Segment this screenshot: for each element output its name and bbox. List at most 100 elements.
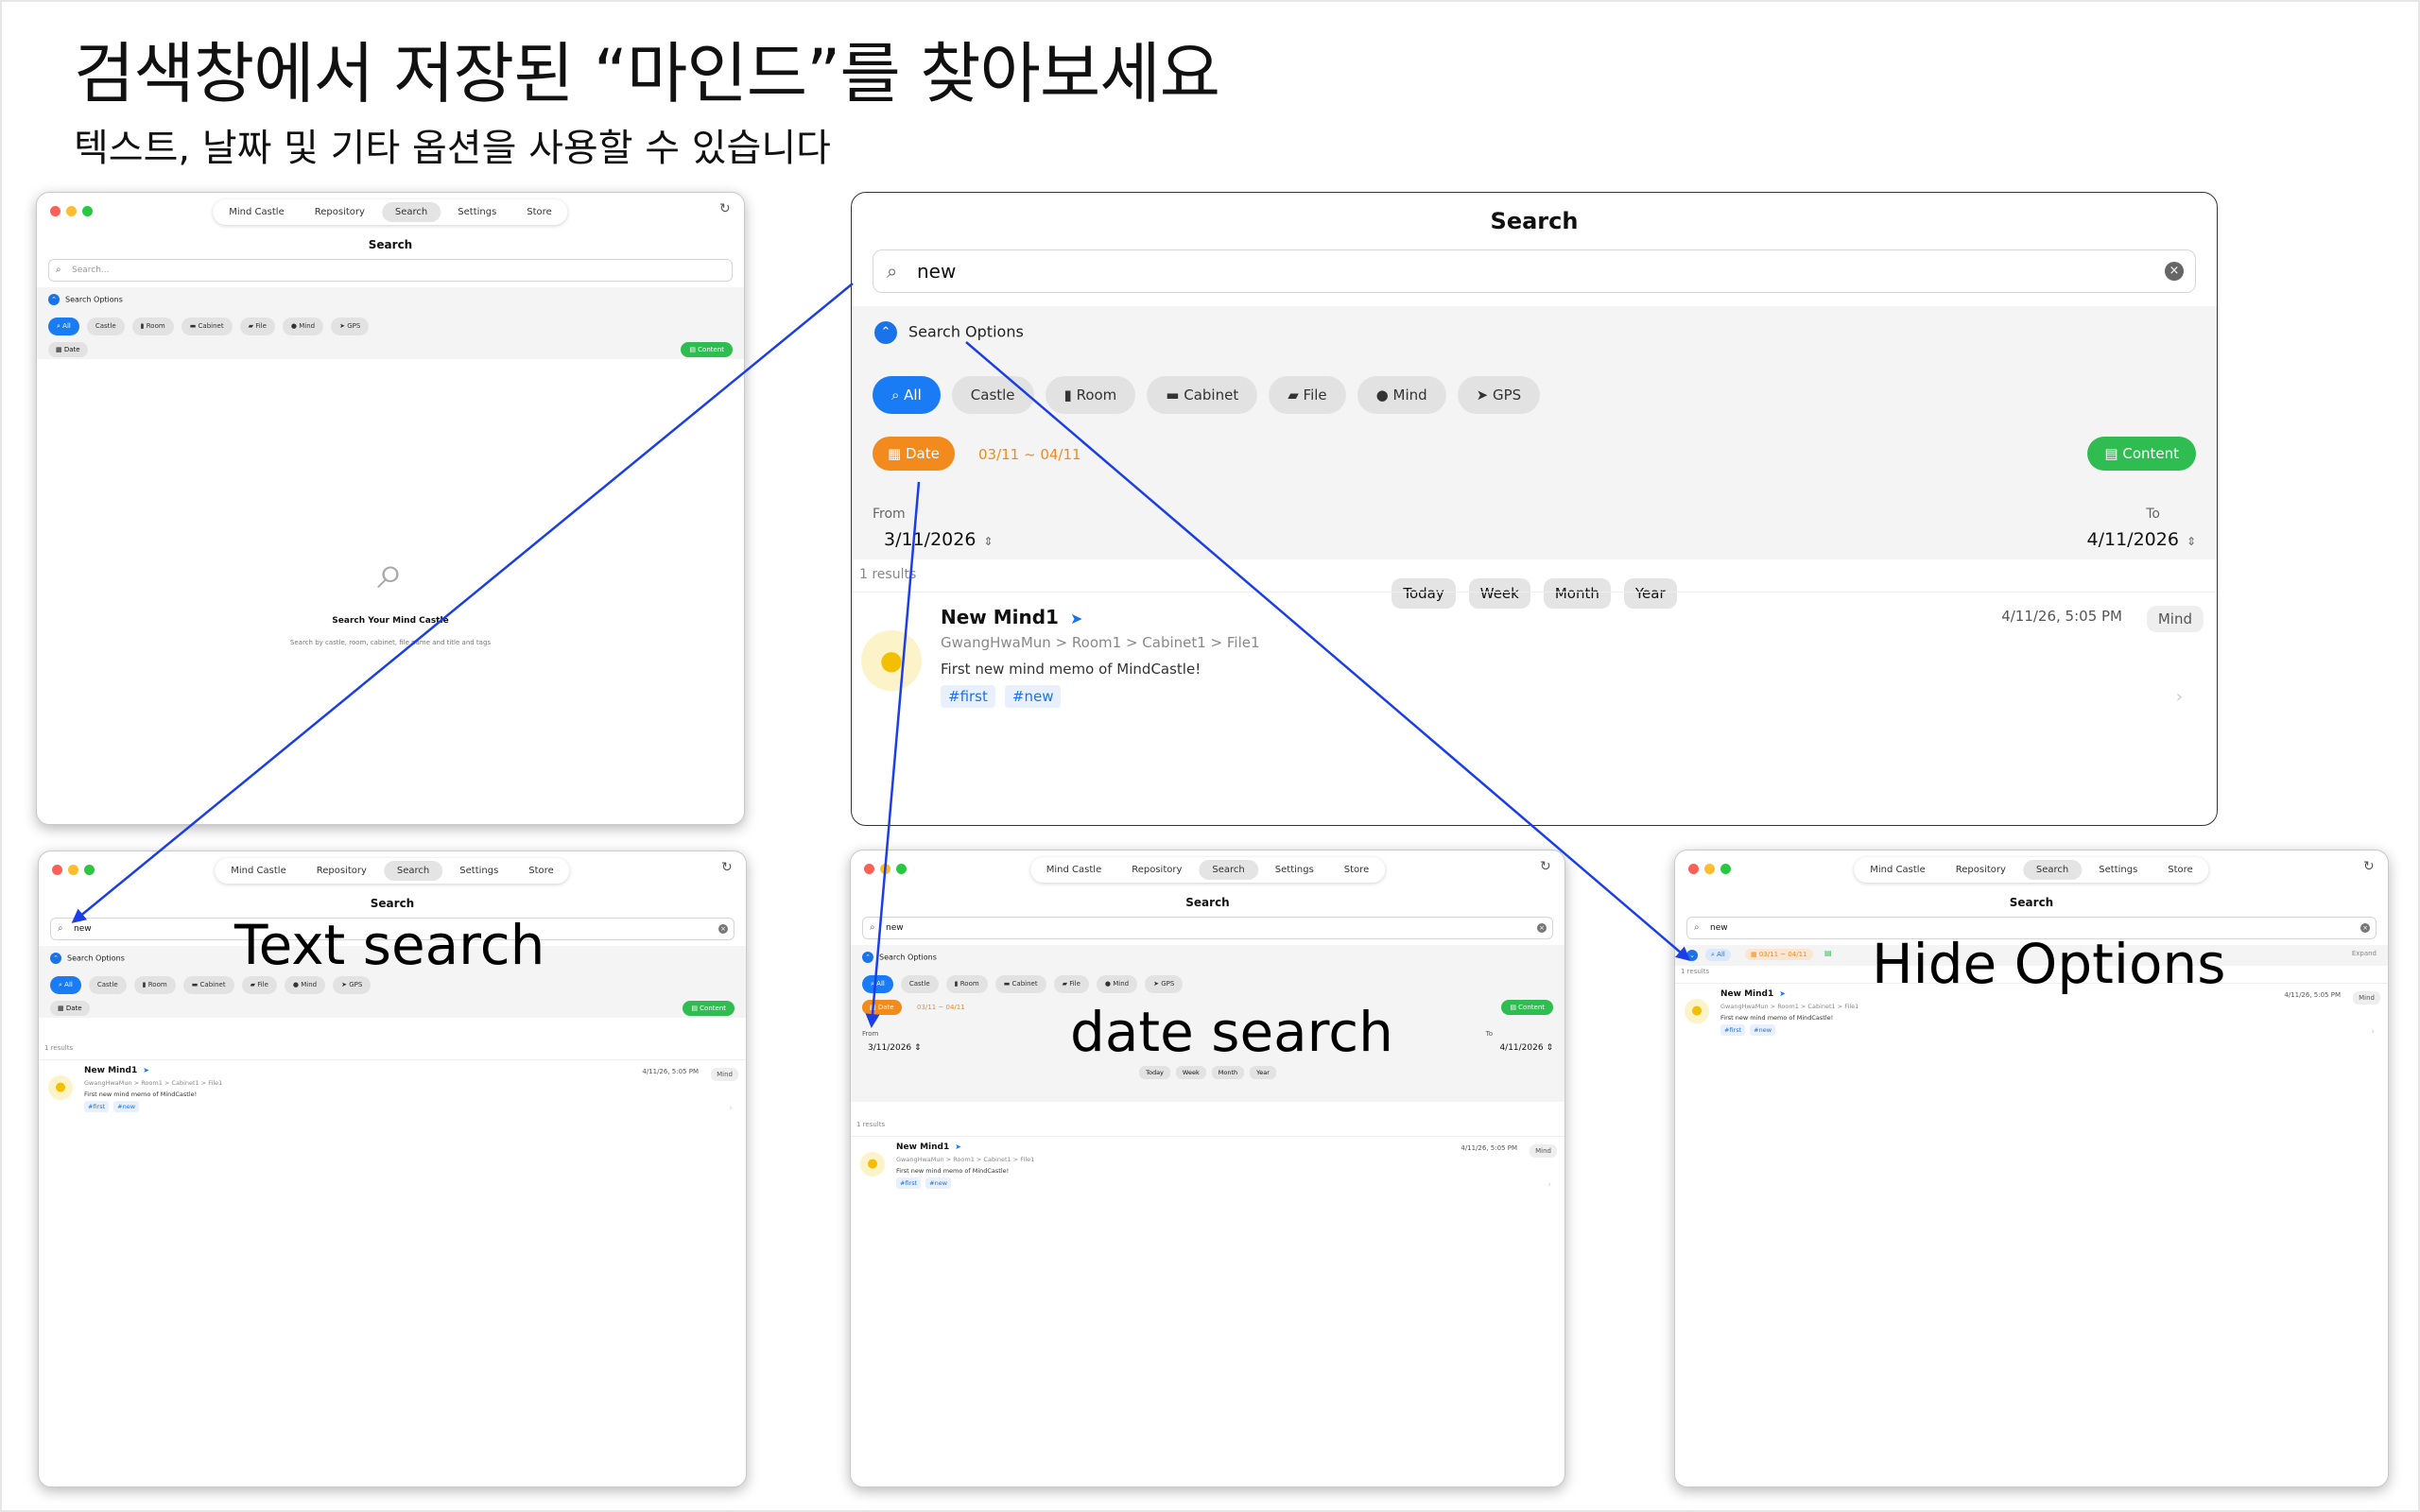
- chip-mind[interactable]: ● Mind: [282, 318, 324, 335]
- tab-mind-castle[interactable]: Mind Castle: [1857, 860, 1938, 880]
- search-options-toggle[interactable]: ⌃ Search Options: [48, 294, 123, 305]
- tag[interactable]: #first: [941, 685, 995, 708]
- tab-store[interactable]: Store: [515, 861, 566, 881]
- refresh-icon[interactable]: ↻: [2363, 860, 2377, 873]
- tab-mind-castle[interactable]: Mind Castle: [217, 861, 299, 881]
- clear-icon[interactable]: ×: [2360, 923, 2370, 933]
- to-date-picker[interactable]: 4/11/2026 ⇕: [1499, 1043, 1553, 1053]
- chip-all[interactable]: ⌕ All: [862, 975, 893, 993]
- tab-settings[interactable]: Settings: [1262, 860, 1327, 880]
- zoom-window-button[interactable]: [82, 206, 93, 216]
- date-filter-button[interactable]: ▦ Date: [48, 342, 88, 357]
- tag[interactable]: #new: [925, 1177, 952, 1189]
- refresh-icon[interactable]: ↻: [721, 861, 735, 874]
- chip-room[interactable]: ▮ Room: [1045, 376, 1136, 414]
- zoom-window-button[interactable]: [84, 865, 95, 875]
- clear-icon[interactable]: ×: [718, 924, 728, 934]
- zoom-window-button[interactable]: [896, 864, 907, 874]
- year-button[interactable]: Year: [1250, 1066, 1276, 1079]
- chip-castle[interactable]: Castle: [88, 976, 127, 994]
- zoom-window-button[interactable]: [1720, 864, 1731, 874]
- minimize-window-button[interactable]: [68, 865, 78, 875]
- to-date-picker[interactable]: 4/11/2026 ⇕: [2087, 529, 2196, 550]
- chip-file[interactable]: ▰ File: [239, 318, 275, 335]
- content-filter-button[interactable]: ▤ Content: [681, 342, 733, 357]
- search-input[interactable]: ⌕ new ×: [862, 917, 1553, 939]
- search-options-toggle[interactable]: ⌃ Search Options: [862, 952, 937, 963]
- month-button[interactable]: Month: [1211, 1066, 1245, 1079]
- tab-search[interactable]: Search: [1199, 860, 1258, 880]
- tab-repository[interactable]: Repository: [1118, 860, 1195, 880]
- search-options-toggle[interactable]: ⌃ Search Options: [50, 953, 125, 964]
- date-range-compact[interactable]: ▦ 03/11 ~ 04/11: [1745, 949, 1813, 960]
- tab-search[interactable]: Search: [2022, 860, 2083, 880]
- tab-settings[interactable]: Settings: [444, 202, 510, 222]
- chip-castle[interactable]: Castle: [951, 376, 1034, 414]
- tag[interactable]: #new: [1004, 685, 1062, 708]
- chevron-down-icon[interactable]: ⌄: [1686, 950, 1698, 961]
- tab-repository[interactable]: Repository: [1943, 860, 2019, 880]
- chip-file[interactable]: ▰ File: [241, 976, 277, 994]
- date-filter-button[interactable]: ▦ Date: [873, 437, 955, 471]
- date-filter-button[interactable]: ▦ Date: [862, 1000, 902, 1015]
- tab-settings[interactable]: Settings: [2085, 860, 2151, 880]
- chip-mind[interactable]: ● Mind: [1357, 376, 1446, 414]
- search-input[interactable]: ⌕ new ×: [873, 249, 2196, 293]
- chip-room[interactable]: ▮ Room: [945, 975, 988, 993]
- content-filter-button[interactable]: ▤ Content: [2087, 437, 2196, 471]
- chip-mind[interactable]: ● Mind: [284, 976, 326, 994]
- close-window-button[interactable]: [50, 206, 60, 216]
- chip-room[interactable]: ▮ Room: [131, 318, 174, 335]
- tab-repository[interactable]: Repository: [302, 202, 378, 222]
- tab-search[interactable]: Search: [383, 861, 443, 881]
- tab-settings[interactable]: Settings: [446, 861, 511, 881]
- chip-cabinet[interactable]: ▬ Cabinet: [181, 318, 233, 335]
- chip-gps[interactable]: ➤ GPS: [1457, 376, 1541, 414]
- search-input[interactable]: ⌕ Search...: [48, 259, 733, 282]
- from-date-picker[interactable]: 3/11/2026 ⇕: [884, 529, 993, 550]
- tag[interactable]: #first: [896, 1177, 922, 1189]
- date-filter-button[interactable]: ▦ Date: [50, 1001, 90, 1016]
- chip-mind[interactable]: ● Mind: [1096, 975, 1138, 993]
- week-button[interactable]: Week: [1175, 1066, 1206, 1079]
- refresh-icon[interactable]: ↻: [1540, 860, 1553, 873]
- tag[interactable]: #first: [84, 1101, 110, 1112]
- chip-all[interactable]: ⌕ All: [48, 318, 79, 335]
- tab-store[interactable]: Store: [1331, 860, 1382, 880]
- chip-file[interactable]: ▰ File: [1269, 376, 1346, 414]
- tab-mind-castle[interactable]: Mind Castle: [1033, 860, 1115, 880]
- chip-gps[interactable]: ➤ GPS: [331, 318, 370, 335]
- tag[interactable]: #new: [1750, 1024, 1776, 1036]
- chip-gps[interactable]: ➤ GPS: [1145, 975, 1184, 993]
- minimize-window-button[interactable]: [1704, 864, 1715, 874]
- from-date-picker[interactable]: 3/11/2026 ⇕: [868, 1043, 922, 1053]
- search-options-toggle[interactable]: ⌃ Search Options: [874, 321, 1024, 344]
- tab-repository[interactable]: Repository: [303, 861, 380, 881]
- content-filter-button[interactable]: ▤ Content: [683, 1001, 735, 1016]
- chip-file[interactable]: ▰ File: [1053, 975, 1089, 993]
- minimize-window-button[interactable]: [880, 864, 890, 874]
- minimize-window-button[interactable]: [66, 206, 77, 216]
- chip-gps[interactable]: ➤ GPS: [333, 976, 372, 994]
- close-window-button[interactable]: [52, 865, 62, 875]
- close-window-button[interactable]: [864, 864, 874, 874]
- chip-castle[interactable]: Castle: [900, 975, 939, 993]
- tab-store[interactable]: Store: [2154, 860, 2205, 880]
- chip-all-compact[interactable]: ⌕ All: [1705, 949, 1731, 961]
- result-row[interactable]: ● New Mind1 ➤ GwangHwaMun > Room1 > Cabin…: [39, 1059, 746, 1126]
- chip-all[interactable]: ⌕ All: [873, 376, 941, 414]
- tag[interactable]: #first: [1720, 1024, 1746, 1036]
- tag[interactable]: #new: [113, 1101, 140, 1112]
- result-row[interactable]: ● New Mind1 ➤ GwangHwaMun > Room1 > Cabin…: [851, 1136, 1564, 1203]
- clear-icon[interactable]: ×: [2165, 262, 2184, 281]
- close-window-button[interactable]: [1688, 864, 1699, 874]
- refresh-icon[interactable]: ↻: [719, 202, 733, 215]
- tab-search[interactable]: Search: [381, 202, 441, 222]
- chip-all[interactable]: ⌕ All: [50, 976, 81, 994]
- expand-button[interactable]: Expand: [2352, 950, 2377, 957]
- result-row[interactable]: ● New Mind1 ➤ GwangHwaMun > Room1 > Cabin…: [852, 592, 2217, 725]
- tab-mind-castle[interactable]: Mind Castle: [216, 202, 297, 222]
- chip-cabinet[interactable]: ▬ Cabinet: [1147, 376, 1258, 414]
- chip-cabinet[interactable]: ▬ Cabinet: [994, 975, 1046, 993]
- content-filter-button[interactable]: ▤ Content: [1501, 1000, 1553, 1015]
